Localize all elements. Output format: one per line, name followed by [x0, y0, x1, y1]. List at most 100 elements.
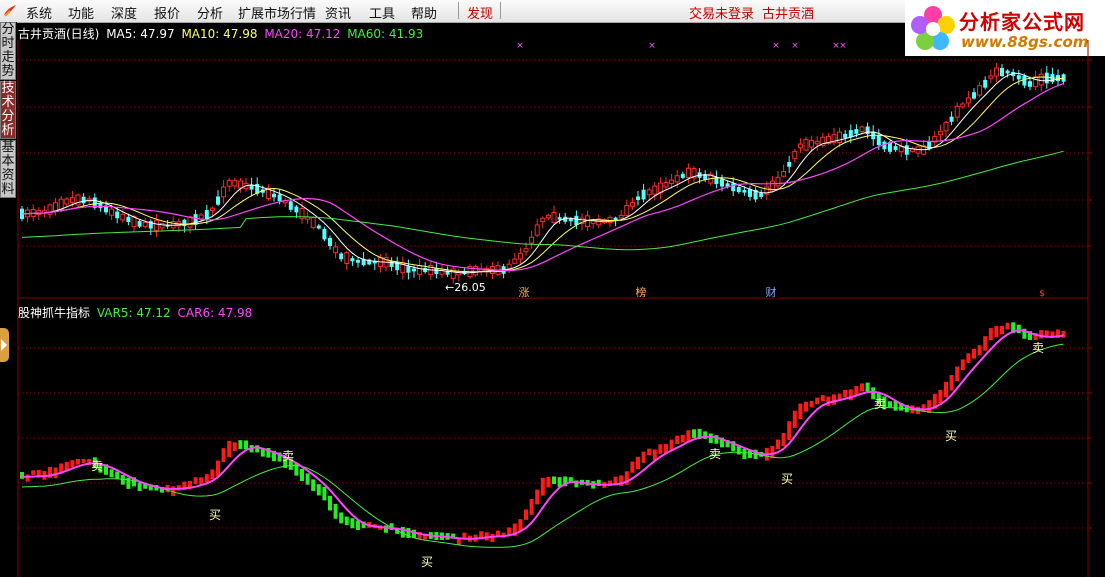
var5-line	[21, 343, 1064, 548]
candlestick-body-down	[412, 268, 416, 272]
indicator-bar-up	[216, 460, 220, 477]
candlestick-body-down	[126, 216, 131, 222]
candlestick-body-down	[1000, 67, 1004, 77]
sell-signal: 卖	[282, 449, 294, 463]
indicator-bar-up	[798, 403, 803, 420]
chart-canvas[interactable]: × × × × × ×←26.05 涨榜财 $卖卖 卖卖卖买买买买	[0, 0, 1105, 577]
ma60-label: MA60: 41.93	[347, 27, 424, 41]
candlestick-body-down	[1022, 75, 1027, 86]
candlestick-body-down	[277, 194, 282, 202]
indicator-bar-up	[994, 325, 999, 338]
indicator-bar-down	[244, 440, 248, 450]
candlestick-body-up	[859, 126, 865, 133]
candlestick-body-up	[187, 216, 193, 228]
indicator-bar-up	[221, 448, 226, 463]
indicator-bar-down	[865, 382, 870, 392]
candlestick-body-up	[988, 75, 994, 79]
indicator-bar-down	[238, 440, 243, 450]
candlestick-body-down	[680, 173, 685, 178]
candlestick-body-up	[540, 217, 546, 223]
candlestick-body-down	[356, 260, 360, 263]
indicator-bar-down	[350, 518, 355, 529]
candlestick-body-down	[742, 190, 747, 193]
indicator-bar-down	[742, 448, 747, 460]
candlestick-body-up	[333, 246, 339, 254]
candlestick-body-up	[646, 189, 652, 196]
indicator-bar-up	[70, 460, 75, 468]
indicator-bar-down	[137, 482, 142, 492]
candlestick-body-down	[216, 196, 220, 205]
candlestick-body-down	[720, 179, 724, 187]
indicator-bar-down	[328, 495, 332, 511]
candlestick-body-down	[434, 268, 439, 275]
buy-signal: 买	[945, 429, 957, 443]
candlestick-body-up	[977, 85, 983, 96]
indicator-bar-down	[109, 469, 114, 478]
candlestick-body-up	[629, 201, 635, 207]
indicator-bar-down	[115, 471, 120, 479]
buy-signal: 买	[421, 555, 433, 569]
candlestick-body-down	[731, 183, 736, 192]
indicator-bar-up	[204, 474, 209, 483]
event-cross-marker: ×	[791, 41, 799, 51]
indicator-bar-up	[776, 439, 780, 450]
event-cross-marker: ×	[516, 41, 524, 51]
indicator-bar-up	[636, 456, 640, 470]
sell-signal: 卖	[91, 459, 103, 473]
candlestick-body-down	[736, 186, 741, 193]
indicator-bar-down	[412, 529, 416, 538]
indicator-bar-up	[1044, 330, 1049, 337]
candlestick-body-down	[949, 116, 954, 122]
candlestick-body-up	[775, 176, 781, 187]
candlestick-body-up	[209, 207, 215, 211]
car6-line	[21, 329, 1064, 540]
indicator-bar-up	[988, 328, 993, 341]
indicator-bar-up	[837, 393, 842, 400]
candlestick-body-up	[517, 252, 523, 260]
indicator-bar-up	[641, 451, 646, 463]
candlestick-body-up	[960, 103, 966, 108]
indicator-bar-down	[344, 516, 349, 526]
indicator-bar-up	[546, 476, 551, 488]
indicator-bar-down	[356, 520, 360, 531]
candlestick-body-up	[551, 212, 557, 223]
indicator-bar-up	[630, 461, 635, 473]
indicator-bar-down	[300, 468, 304, 482]
dividend-marker: $	[1039, 289, 1045, 299]
candlestick-body-down	[322, 228, 327, 240]
candlestick-body-up	[809, 139, 815, 148]
indicator-bar-up	[966, 353, 971, 363]
candlestick-body-down	[636, 196, 640, 200]
candlestick-body-up	[937, 130, 943, 136]
candlestick-body-up	[618, 214, 624, 219]
candlestick-body-down	[574, 215, 579, 226]
indicator-bar-up	[781, 432, 786, 447]
indicator-bar-up	[815, 397, 820, 405]
candlestick-body-down	[748, 189, 752, 197]
candlestick-body-down	[787, 161, 792, 167]
indicator-bar-down	[708, 433, 713, 444]
candlestick-body-down	[865, 126, 870, 135]
candlestick-body-down	[328, 237, 332, 247]
candlestick-body-down	[557, 217, 562, 220]
ma20-line	[21, 82, 1064, 272]
candlestick-body-up	[69, 197, 75, 203]
candlestick-body-down	[759, 193, 764, 197]
indicator-bar-down	[1016, 324, 1021, 334]
indicator-bar-up	[1005, 322, 1010, 330]
candlestick-body-down	[137, 221, 142, 227]
indicator-bar-up	[675, 435, 680, 445]
candlestick-body-down	[972, 92, 976, 99]
candlestick-body-up	[993, 67, 999, 77]
indicator-bar-down	[736, 446, 741, 455]
indicator-bar-up	[938, 389, 943, 403]
buy-signal: 买	[209, 508, 221, 522]
var5-label: VAR5: 47.12	[96, 306, 171, 320]
candlestick-body-down	[339, 253, 344, 260]
indicator-bar-up	[860, 383, 864, 392]
sell-signal: 卖	[709, 447, 721, 461]
candlestick-body-up	[669, 179, 675, 185]
indicator-bar-up	[227, 440, 232, 458]
indicator-bar-up	[658, 444, 663, 454]
candlestick-body-up	[965, 97, 971, 104]
